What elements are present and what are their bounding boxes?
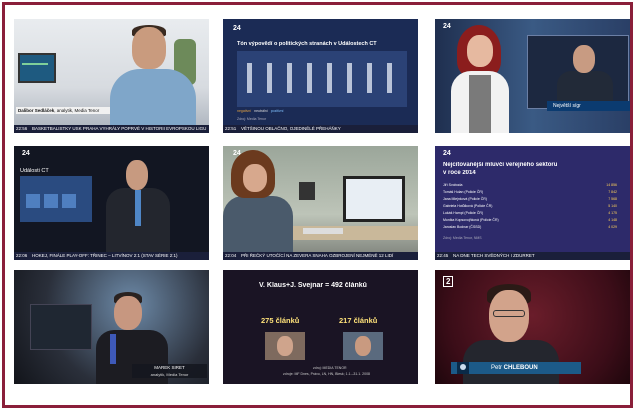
name-strap: Dalibor Sedláček, analytik, Media Tenor: [16, 107, 110, 114]
anchor-top: [469, 75, 491, 133]
caption-role: analytik, Media Tenor: [150, 372, 189, 377]
screenshot-article-count: V. Klaus+J. Švejnar = 492 článků 275 člá…: [223, 270, 418, 384]
table-source: Zdroj: Media Tenor, NMS: [443, 236, 482, 240]
table-row: Jiří Svoboda 14 856: [443, 183, 617, 187]
table-row: Jaroslav Bodnar (ČSSD) 4 029: [443, 225, 617, 229]
portrait-right: [343, 332, 383, 360]
table-row: Jana Mlejnková (Policie ČR) 7 568: [443, 197, 617, 201]
ct24-logo: 24: [233, 25, 241, 32]
screenshot-office-worker: 24 22:04 PŘI ŘEČKÝ UTOČÍCÍ NA ZEVERA SNAH…: [223, 146, 418, 260]
person-icon-head: [460, 364, 466, 370]
ct24-logo: 24: [22, 150, 30, 157]
monitor-graph: [22, 63, 48, 65]
news-ticker: 22:45 NA DNE TECH SVĚDNÝCH I ZDURRET: [435, 252, 630, 260]
ct24-logo: 24: [443, 150, 451, 157]
screenshot-petr-chleboun: 2 Petr CHLEBOUN: [435, 270, 630, 384]
table-row: Monika Kopsovojňková (Policie ČR) 4 148: [443, 218, 617, 222]
glasses: [493, 310, 525, 317]
bar: [387, 63, 392, 93]
microphone: [110, 334, 116, 364]
screenshot-analyst-interview: Dalibor Sedláček, analytik, Media Tenor …: [14, 19, 209, 133]
graphic-title: V. Klaus+J. Švejnar = 492 článků: [259, 282, 367, 289]
collage-frame: Dalibor Sedláček, analytik, Media Tenor …: [2, 2, 633, 408]
chart-title: Tón výpovědí o politických stranách v Ud…: [237, 41, 377, 47]
guest-face: [573, 45, 595, 73]
source-line-2: zdroje: MF Dnes, Právo, LN, HN, Blesk; 1…: [283, 372, 370, 376]
screenshot-spokesperson-table: 24 Nejcitovanější mluvčí veřejného sekto…: [435, 146, 630, 260]
portrait-left: [265, 332, 305, 360]
news-ticker: 22:04 PŘI ŘEČKÝ UTOČÍCÍ NA ZEVERA SNAHA O…: [223, 252, 418, 260]
bar: [307, 63, 312, 93]
analyst-face: [114, 296, 142, 330]
worker-body: [223, 196, 293, 260]
screenshot-analyst-studio: MAREK SIRET analytik, Media Tenor: [14, 270, 209, 384]
table-title: Nejcitovanější mluvčí veřejného sektoru: [443, 162, 558, 168]
panel-cell: [26, 194, 40, 208]
panel-cell: [62, 194, 76, 208]
worker-face: [243, 164, 267, 192]
bar-chart: [237, 51, 407, 107]
bar: [267, 63, 272, 93]
news-ticker: 22:56 BASKETBALISTKY USK PRAHA VYHRÁLY PO…: [14, 125, 209, 133]
ct24-logo: 24: [443, 23, 451, 30]
table-row: Tomáš Hulan (Policie ČR) 7 842: [443, 190, 617, 194]
caption-name: MAREK SIRET: [154, 365, 185, 370]
chart-source: Zdroj: Media Tenor: [237, 117, 267, 121]
monitor-shape: [18, 53, 56, 83]
panel-title: Události ČT: [20, 168, 49, 174]
back-monitor: [299, 182, 315, 200]
bar: [287, 63, 292, 93]
table-subtitle: v roce 2014: [443, 170, 476, 176]
news-ticker: 22:51 VĚTŠINOU OBLAČNO, OJEDINĚLÉ PŘEHÁŇK…: [223, 125, 418, 133]
bar: [347, 63, 352, 93]
news-ticker: 22:06 HOKEJ, FINÁLE PLAY-OFF: TŘINEC – LI…: [14, 252, 209, 260]
name-bar: Petr CHLEBOUN: [451, 362, 581, 374]
presenter-face: [126, 160, 148, 190]
studio-wall-screen: [30, 304, 92, 350]
table-row: Gabriela Hotůlková (Policie ČR) 5 140: [443, 204, 617, 208]
ct2-logo: 2: [443, 276, 454, 287]
panel-cell: [44, 194, 58, 208]
source-line-1: zdroj: MEDIA TENOR: [313, 366, 347, 370]
table-row: Lukáš Hampl (Policie ČR) 4 175: [443, 211, 617, 215]
bar: [327, 63, 332, 93]
screenshot-presenter-graphic: 24 Události ČT 22:06 HOKEJ, FINÁLE PLAY-O…: [14, 146, 209, 260]
name-caption: MAREK SIRET analytik, Media Tenor: [132, 364, 207, 378]
person-head: [132, 27, 166, 69]
count-right: 217 článků: [339, 316, 378, 325]
screenshot-party-tone-chart: 24 Tón výpovědí o politických stranách v…: [223, 19, 418, 133]
bar: [247, 63, 252, 93]
presenter-tie: [135, 190, 141, 226]
anchor-face: [467, 35, 493, 67]
screenshot-anchor-studio: 24 Největší sígr: [435, 19, 630, 133]
person-body: [110, 69, 196, 129]
count-left: 275 článků: [261, 316, 300, 325]
keyboard: [303, 228, 343, 234]
monitor: [343, 176, 405, 222]
caption-bar: Největší sígr: [547, 101, 630, 111]
bar: [367, 63, 372, 93]
chart-legend: negativní neutrální pozitivní: [237, 109, 284, 113]
